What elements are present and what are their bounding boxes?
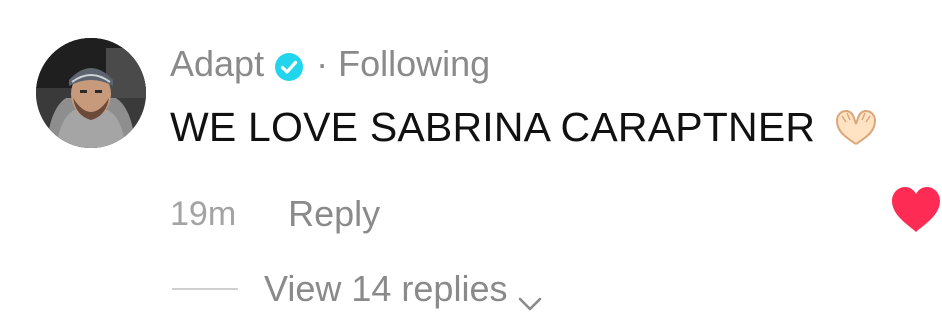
- following-label: Following: [338, 43, 491, 84]
- timestamp: 19m: [170, 194, 237, 233]
- separator-dot: ·: [316, 43, 329, 84]
- comment-header: Adapt · Following: [170, 40, 490, 88]
- avatar[interactable]: [36, 38, 146, 148]
- divider: [172, 288, 238, 290]
- username[interactable]: Adapt: [170, 43, 264, 85]
- comment-meta: 19m Reply: [170, 192, 380, 236]
- view-replies-row: View 14 replies: [172, 266, 543, 312]
- comment-item: Adapt · Following WE LOVE SABRINA CARAPT…: [0, 0, 942, 314]
- verified-badge-icon: [274, 49, 304, 81]
- heart-icon: [892, 187, 940, 232]
- comment-text-row: WE LOVE SABRINA CARAPTNER: [170, 104, 879, 151]
- heart-hands-icon: [833, 108, 879, 148]
- like-button[interactable]: [890, 186, 942, 234]
- view-replies-button[interactable]: View 14 replies: [264, 268, 543, 311]
- chevron-down-icon: [517, 280, 543, 311]
- view-replies-label: View 14 replies: [264, 268, 508, 309]
- reply-button[interactable]: Reply: [288, 193, 380, 235]
- avatar-photo: [36, 38, 146, 148]
- comment-text: WE LOVE SABRINA CARAPTNER: [170, 104, 816, 150]
